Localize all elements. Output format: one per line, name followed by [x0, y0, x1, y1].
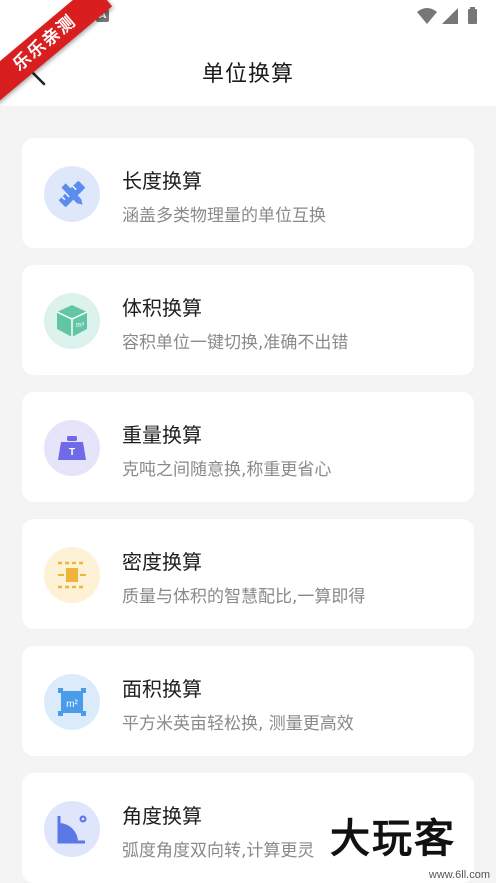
angle-icon: [44, 801, 100, 857]
watermark-url: www.6ll.com: [428, 869, 490, 881]
battery-icon: [468, 9, 477, 24]
card-title: 重量换算: [122, 423, 202, 447]
card-title: 体积换算: [122, 296, 202, 320]
card-subtitle: 克吨之间随意换,称重更省心: [122, 460, 332, 480]
ruler-pencil-icon: [44, 166, 100, 222]
watermark-logo: 大玩客 www.6ll.com: [330, 806, 496, 883]
converter-list: 长度换算 涵盖多类物理量的单位互换 m³ 体积换算 容积单位一键切换,准确不出错…: [22, 138, 474, 883]
card-volume[interactable]: m³ 体积换算 容积单位一键切换,准确不出错: [22, 265, 474, 375]
card-weight[interactable]: T 重量换算 克吨之间随意换,称重更省心: [22, 392, 474, 502]
card-subtitle: 涵盖多类物理量的单位互换: [122, 206, 326, 226]
signal-icon: [442, 8, 458, 24]
card-title: 长度换算: [122, 169, 202, 193]
density-icon: [44, 547, 100, 603]
card-density[interactable]: 密度换算 质量与体积的智慧配比,一算即得: [22, 519, 474, 629]
area-m2-icon: m²: [44, 674, 100, 730]
cube-m3-icon: m³: [44, 293, 100, 349]
page-title: 单位换算: [201, 62, 294, 87]
card-title: 角度换算: [122, 804, 202, 828]
card-subtitle: 平方米英亩轻松换, 测量更高效: [122, 714, 354, 734]
svg-text:m³: m³: [76, 322, 85, 329]
card-subtitle: 容积单位一键切换,准确不出错: [122, 333, 349, 353]
card-title: 密度换算: [122, 550, 202, 574]
watermark-text: 大玩客: [330, 816, 456, 862]
weight-icon: T: [44, 420, 100, 476]
wifi-icon: [417, 8, 437, 24]
card-area[interactable]: m² 面积换算 平方米英亩轻松换, 测量更高效: [22, 646, 474, 756]
status-icons: [414, 6, 484, 26]
app-header: 单位换算: [0, 34, 496, 106]
card-length[interactable]: 长度换算 涵盖多类物理量的单位互换: [22, 138, 474, 248]
card-subtitle: 质量与体积的智慧配比,一算即得: [122, 587, 366, 607]
card-title: 面积换算: [122, 677, 202, 701]
card-subtitle: 弧度角度双向转,计算更灵: [122, 841, 315, 861]
svg-text:T: T: [69, 447, 75, 458]
svg-text:m²: m²: [66, 699, 78, 710]
